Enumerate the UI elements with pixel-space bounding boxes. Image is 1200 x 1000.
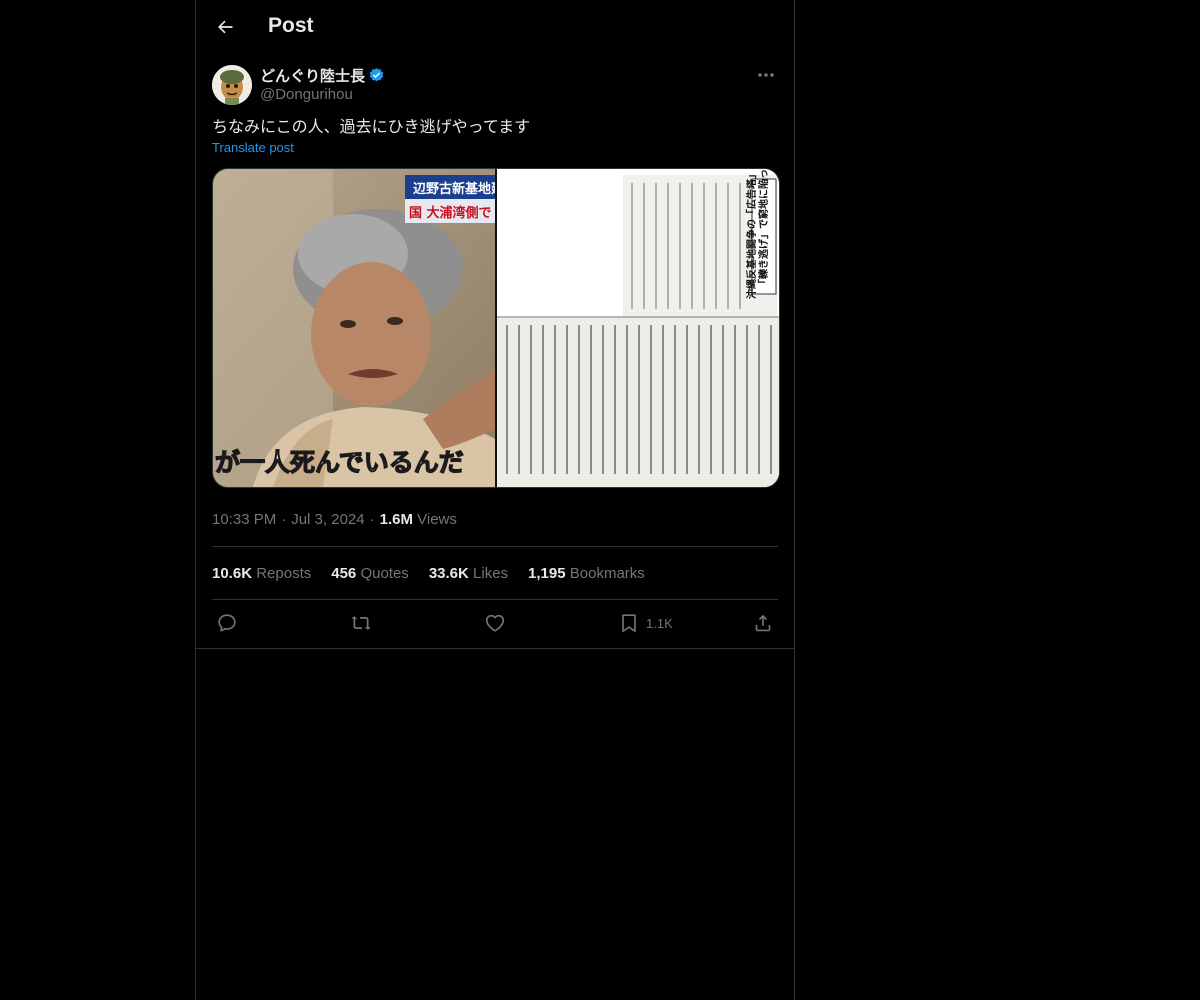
engagement-stats: 10.6K Reposts 456 Quotes 33.6K Likes 1,1… [212, 547, 778, 599]
photo-caption: が一人死んでいるんだ [215, 448, 464, 477]
photo-newspaper-clipping: 「轢き逃げ」で窮地に陥った 沖縄反基地闘争の「広告塔」 [497, 169, 779, 487]
display-name[interactable]: どんぐり陸士長 [260, 65, 365, 86]
translate-link[interactable]: Translate post [212, 140, 294, 155]
stat-reposts-label: Reposts [256, 564, 312, 582]
views[interactable]: 1.6M Views [380, 511, 457, 528]
stat-reposts[interactable]: 10.6K Reposts [212, 565, 311, 582]
stat-likes-label: Likes [473, 564, 509, 582]
post-time[interactable]: 10:33 PM [212, 511, 276, 528]
action-bar: 1.1K [212, 600, 778, 648]
main-column: Post どんぐり陸士長 @Dongurihou ちなみにこの人、過去にひき逃げ… [195, 0, 795, 1000]
stat-reposts-count: 10.6K [212, 564, 253, 582]
repost-icon [351, 616, 371, 630]
post: どんぐり陸士長 @Dongurihou ちなみにこの人、過去にひき逃げやってます… [196, 65, 794, 648]
meta-separator: · [369, 510, 375, 528]
stat-bookmarks-count: 1,195 [528, 564, 566, 582]
views-label: Views [417, 510, 457, 528]
stat-likes-count: 33.6K [428, 564, 469, 582]
verified-badge-icon [369, 68, 384, 82]
share-button[interactable] [752, 612, 774, 634]
avatar-image [212, 65, 252, 105]
stat-bookmarks-label: Bookmarks [569, 564, 645, 582]
broadcast-banner-2: 国 大浦湾側で [409, 205, 492, 221]
media-grid[interactable]: 辺野古新基地建 国 大浦湾側で が一人死んでいるんだ 「轢き逃げ」で窮地に陥った… [212, 168, 780, 488]
post-bottom-border [196, 648, 794, 649]
handle[interactable]: @Dongurihou [260, 86, 353, 103]
share-icon [755, 614, 771, 632]
stat-quotes[interactable]: 456 Quotes [331, 565, 409, 582]
meta-separator: · [281, 510, 287, 528]
stat-quotes-label: Quotes [360, 564, 409, 582]
post-meta: 10:33 PM · Jul 3, 2024 · 1.6M Views [212, 508, 778, 530]
reply-icon [218, 614, 236, 632]
newspaper-headline-2: 沖縄反基地闘争の「広告塔」 [745, 169, 758, 299]
more-icon [758, 73, 774, 77]
bookmark-icon [622, 614, 636, 633]
top-bar: Post [196, 0, 794, 53]
back-button[interactable] [208, 10, 242, 44]
broadcast-banner-1: 辺野古新基地建 [413, 181, 495, 197]
back-arrow-icon [218, 20, 233, 34]
tweet-text: ちなみにこの人、過去にひき逃げやってます [212, 119, 531, 136]
stat-quotes-count: 456 [331, 564, 357, 582]
more-button[interactable] [754, 65, 778, 85]
bookmark-count: 1.1K [646, 615, 673, 631]
avatar[interactable] [212, 65, 252, 105]
stat-likes[interactable]: 33.6K Likes [429, 565, 508, 582]
bookmark-button[interactable]: 1.1K [618, 612, 673, 634]
like-button[interactable] [484, 612, 506, 634]
media-photo-left[interactable]: 辺野古新基地建 国 大浦湾側で が一人死んでいるんだ [213, 169, 495, 487]
name-row: どんぐり陸士長 [260, 65, 385, 86]
photo-man-pointing: 辺野古新基地建 国 大浦湾側で が一人死んでいるんだ [213, 169, 495, 487]
newspaper-headline-1: 「轢き逃げ」で窮地に陥った [757, 169, 770, 289]
views-count: 1.6M [379, 510, 413, 528]
stat-bookmarks[interactable]: 1,195 Bookmarks [528, 565, 645, 582]
post-date[interactable]: Jul 3, 2024 [291, 511, 364, 528]
like-icon [485, 614, 505, 632]
author-row: どんぐり陸士長 @Dongurihou [212, 65, 778, 117]
media-photo-right[interactable]: 「轢き逃げ」で窮地に陥った 沖縄反基地闘争の「広告塔」 [497, 169, 779, 487]
repost-button[interactable] [350, 612, 372, 634]
reply-button[interactable] [216, 612, 238, 634]
page-title: Post [268, 14, 314, 37]
